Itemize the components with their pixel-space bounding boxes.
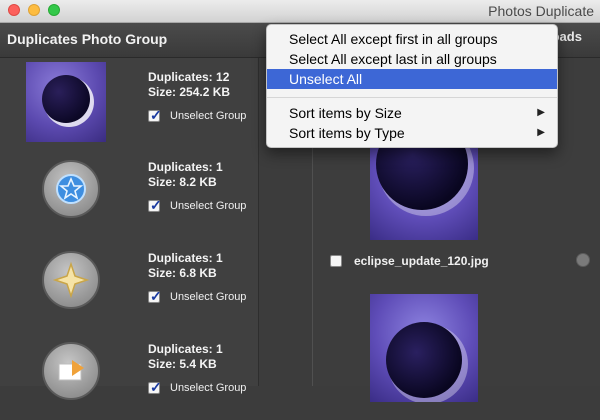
group-row[interactable]: Duplicates: 1 Size: 8.2 KB ✓ Unselect Gr…: [0, 148, 258, 238]
file-name: eclipse_update_120.jpg: [354, 254, 489, 268]
unselect-group-label: Unselect Group: [170, 291, 247, 303]
file-row[interactable]: eclipse_update_120.jpg: [330, 252, 590, 270]
duplicates-group-header: Duplicates Photo Group: [7, 31, 168, 47]
menu-item-select-all-except-first[interactable]: Select All except first in all groups: [267, 29, 557, 49]
file-select-checkbox[interactable]: [330, 255, 342, 267]
menu-item-label: Sort items by Size: [289, 105, 402, 121]
duplicates-count: Duplicates: 12: [148, 70, 230, 84]
window-titlebar: Photos Duplicate: [0, 0, 600, 23]
gold-sparkle-badge-icon: [42, 251, 100, 309]
group-row[interactable]: Duplicates: 1 Size: 5.4 KB ✓ Unselect Gr…: [0, 330, 258, 420]
maximize-window-button[interactable]: [48, 4, 60, 16]
duplicates-count: Duplicates: 1: [148, 342, 223, 356]
submenu-arrow-icon: ▶: [537, 127, 545, 138]
eclipse-photo-icon: [26, 62, 106, 142]
window-title: Photos Duplicate: [488, 3, 594, 19]
magnifier-icon[interactable]: [576, 253, 590, 267]
pane-divider[interactable]: [258, 58, 259, 386]
unselect-group-label: Unselect Group: [170, 382, 247, 394]
menu-item-label: Unselect All: [289, 71, 363, 87]
menu-item-label: Select All except last in all groups: [289, 51, 497, 67]
menu-item-sort-by-type[interactable]: Sort items by Type ▶: [267, 123, 557, 143]
duplicates-count: Duplicates: 1: [148, 160, 223, 174]
submenu-arrow-icon: ▶: [537, 107, 545, 118]
minimize-window-button[interactable]: [28, 4, 40, 16]
blue-star-badge-icon: [42, 160, 100, 218]
unselect-group-checkbox[interactable]: ✓: [148, 107, 162, 123]
group-row[interactable]: Duplicates: 1 Size: 6.8 KB ✓ Unselect Gr…: [0, 239, 258, 329]
menu-item-label: Sort items by Type: [289, 125, 405, 141]
group-meta: Duplicates: 1 Size: 8.2 KB: [148, 160, 223, 190]
menu-separator: [267, 97, 557, 98]
menu-item-label: Select All except first in all groups: [289, 31, 498, 47]
close-window-button[interactable]: [8, 4, 20, 16]
group-meta: Duplicates: 1 Size: 6.8 KB: [148, 251, 223, 281]
export-arrow-badge-icon: [42, 342, 100, 400]
unselect-group-checkbox[interactable]: ✓: [148, 197, 162, 213]
menu-item-unselect-all[interactable]: Unselect All: [267, 69, 557, 89]
menu-item-sort-by-size[interactable]: Sort items by Size ▶: [267, 103, 557, 123]
unselect-group-checkbox[interactable]: ✓: [148, 379, 162, 395]
unselect-group-label: Unselect Group: [170, 110, 247, 122]
unselect-group-label: Unselect Group: [170, 200, 247, 212]
group-size: Size: 254.2 KB: [148, 85, 231, 99]
group-size: Size: 8.2 KB: [148, 175, 217, 189]
group-selection-context-menu: Select All except first in all groups Se…: [266, 24, 558, 148]
menu-item-select-all-except-last[interactable]: Select All except last in all groups: [267, 49, 557, 69]
preview-image-top[interactable]: [370, 132, 478, 240]
group-list: Duplicates: 12 Size: 254.2 KB ✓ Unselect…: [0, 58, 258, 400]
group-size: Size: 5.4 KB: [148, 357, 217, 371]
group-size: Size: 6.8 KB: [148, 266, 217, 280]
group-meta: Duplicates: 1 Size: 5.4 KB: [148, 342, 223, 372]
group-meta: Duplicates: 12 Size: 254.2 KB: [148, 70, 230, 100]
duplicates-count: Duplicates: 1: [148, 251, 223, 265]
group-row[interactable]: Duplicates: 12 Size: 254.2 KB ✓ Unselect…: [0, 58, 258, 148]
unselect-group-checkbox[interactable]: ✓: [148, 288, 162, 304]
